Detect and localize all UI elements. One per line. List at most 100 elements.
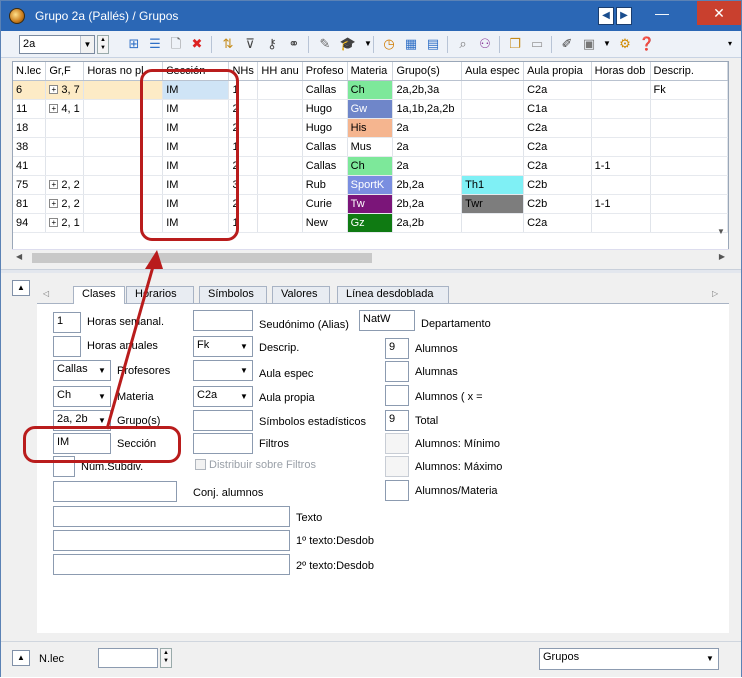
profesor-cell[interactable]: Callas [302, 156, 348, 176]
grupo-f-cell[interactable]: +4, 1 [45, 99, 85, 119]
materia-cell[interactable]: Ch [347, 156, 394, 176]
grupos-cell[interactable]: 2b,2a [392, 175, 463, 195]
next-arrow-icon[interactable]: ▶ [616, 7, 632, 25]
table-row[interactable]: 75 +2, 2 IM 3 Rub SportK 2b,2a Th1 C2b [13, 175, 728, 195]
tab-clases[interactable]: Clases [73, 286, 125, 304]
aula-espec-cell[interactable] [461, 99, 525, 119]
chevron-down-icon[interactable]: ▼ [80, 36, 94, 53]
aula-propia-cell[interactable]: C2a [523, 118, 592, 138]
expand-plus-icon[interactable]: + [49, 218, 59, 228]
table-row[interactable]: 18 IM 2 Hugo His 2a C2a [13, 118, 728, 138]
scroll-right-icon[interactable]: ▶ [719, 252, 725, 261]
aula-espec-dropdown[interactable]: ▼ [193, 360, 253, 381]
nlec-cell[interactable]: 81 [13, 194, 47, 214]
descrip-dropdown[interactable]: Fk ▼ [193, 336, 253, 357]
collapse-panel-button[interactable]: ▲ [12, 280, 30, 296]
horas-anuales-field[interactable] [53, 336, 81, 357]
chevron-down-icon[interactable]: ▼ [237, 362, 251, 379]
distribuir-checkbox[interactable] [195, 459, 206, 470]
profesor-cell[interactable]: Hugo [302, 118, 348, 138]
departamento-field[interactable]: NatW [359, 310, 415, 331]
profesor-cell[interactable]: Curie [302, 194, 348, 214]
monitor-icon[interactable]: ▭ [528, 35, 546, 53]
alumnos-x-field[interactable] [385, 385, 409, 406]
tab-simbolos[interactable]: Símbolos [199, 286, 267, 303]
nlec-stepper[interactable]: ▲ ▼ [160, 648, 172, 668]
timetable-icon[interactable]: ▦ [402, 35, 420, 53]
hh-anu-cell[interactable] [257, 213, 303, 233]
grupo-f-cell[interactable]: +3, 7 [45, 80, 85, 100]
column-header[interactable]: Profeso [302, 62, 348, 81]
simbolos-field[interactable] [193, 410, 253, 431]
alumnos-max-field[interactable] [385, 456, 409, 477]
alumnos-field[interactable]: 9 [385, 338, 409, 359]
expand-plus-icon[interactable]: + [49, 85, 59, 95]
descrip-cell[interactable]: Fk [650, 80, 728, 100]
aula-propia-cell[interactable]: C1a [523, 99, 592, 119]
hh-anu-cell[interactable] [257, 80, 303, 100]
group-selector[interactable]: 2a ▼ [19, 35, 95, 54]
table-row[interactable]: 6 +3, 7 IM 1 Callas Ch 2a,2b,3a C2a Fk [13, 80, 728, 100]
materia-cell[interactable]: Gw [347, 99, 394, 119]
nlec-cell[interactable]: 38 [13, 137, 47, 157]
column-header[interactable]: Grupo(s) [392, 62, 463, 81]
descrip-cell[interactable] [650, 194, 728, 214]
tab-linea-desdoblada[interactable]: Línea desdoblada [337, 286, 449, 303]
horas-dob-cell[interactable] [591, 175, 651, 195]
group-stepper[interactable]: ▲ ▼ [97, 35, 109, 54]
aula-espec-cell[interactable] [461, 118, 525, 138]
horas-semanal-field[interactable]: 1 [53, 312, 81, 333]
horas-dob-cell[interactable] [591, 137, 651, 157]
aula-propia-cell[interactable]: C2a [523, 213, 592, 233]
new-document-icon[interactable]: 🗋 [167, 35, 185, 53]
aula-espec-cell[interactable] [461, 137, 525, 157]
aula-espec-cell[interactable]: Th1 [461, 175, 525, 195]
table-row[interactable]: 81 +2, 2 IM 2 Curie Tw 2b,2a Twr C2b 1-1 [13, 194, 728, 214]
expand-plus-icon[interactable]: + [49, 199, 59, 209]
alumnas-field[interactable] [385, 361, 409, 382]
tab-valores[interactable]: Valores [272, 286, 330, 303]
column-header[interactable]: Descrip. [650, 62, 728, 81]
edit-icon[interactable]: ✐ [558, 35, 576, 53]
chevron-down-icon[interactable]: ▼ [237, 338, 251, 355]
grupos-cell[interactable]: 2a [392, 156, 463, 176]
help-icon[interactable]: ❓ [638, 35, 656, 53]
view-dropdown[interactable]: Grupos ▼ [539, 648, 719, 670]
chevron-down-icon[interactable]: ▼ [237, 388, 251, 405]
aula-propia-dropdown[interactable]: C2a ▼ [193, 386, 253, 407]
splitter[interactable] [1, 269, 741, 273]
profesor-cell[interactable]: Callas [302, 137, 348, 157]
lessons-grid[interactable]: N.lec Gr,F Horas no pl. Sección NHs HH a… [12, 61, 729, 265]
hh-anu-cell[interactable] [257, 99, 303, 119]
table-row[interactable]: 94 +2, 1 IM 1 New Gz 2a,2b C2a [13, 213, 728, 233]
grupo-f-cell[interactable]: +2, 2 [45, 175, 85, 195]
seudonimo-field[interactable] [193, 310, 253, 331]
chevron-down-icon[interactable]: ▼ [703, 650, 717, 667]
descrip-cell[interactable] [650, 118, 728, 138]
texto-field[interactable] [53, 506, 290, 527]
total-field[interactable]: 9 [385, 410, 409, 431]
document-settings-icon[interactable]: ▣ [580, 35, 598, 53]
link-icon[interactable]: ⚭ [285, 35, 303, 53]
people-icon[interactable]: ⚇ [476, 35, 494, 53]
descrip-cell[interactable] [650, 156, 728, 176]
grupos-cell[interactable]: 1a,1b,2a,2b [392, 99, 463, 119]
horas-dob-cell[interactable]: 1-1 [591, 156, 651, 176]
minimize-button[interactable]: — [644, 1, 680, 25]
table-row[interactable]: 38 IM 1 Callas Mus 2a C2a [13, 137, 728, 157]
conj-alumnos-field[interactable] [53, 481, 177, 502]
scroll-down-icon[interactable]: ▼ [717, 227, 725, 236]
close-icon[interactable]: ✕ [697, 1, 741, 25]
filtros-field[interactable] [193, 433, 253, 454]
search-icon[interactable]: ⌕ [454, 35, 472, 53]
hh-anu-cell[interactable] [257, 194, 303, 214]
hh-anu-cell[interactable] [257, 137, 303, 157]
column-header[interactable]: Horas dob [591, 62, 651, 81]
nlec-cell[interactable]: 94 [13, 213, 47, 233]
filter-icon[interactable]: ⊽ [241, 35, 259, 53]
grupo-f-cell[interactable]: +2, 2 [45, 194, 85, 214]
materia-cell[interactable]: Tw [347, 194, 394, 214]
tab-horarios[interactable]: Horarios [126, 286, 194, 303]
expand-plus-icon[interactable]: + [49, 180, 59, 190]
profesor-cell[interactable]: Callas [302, 80, 348, 100]
